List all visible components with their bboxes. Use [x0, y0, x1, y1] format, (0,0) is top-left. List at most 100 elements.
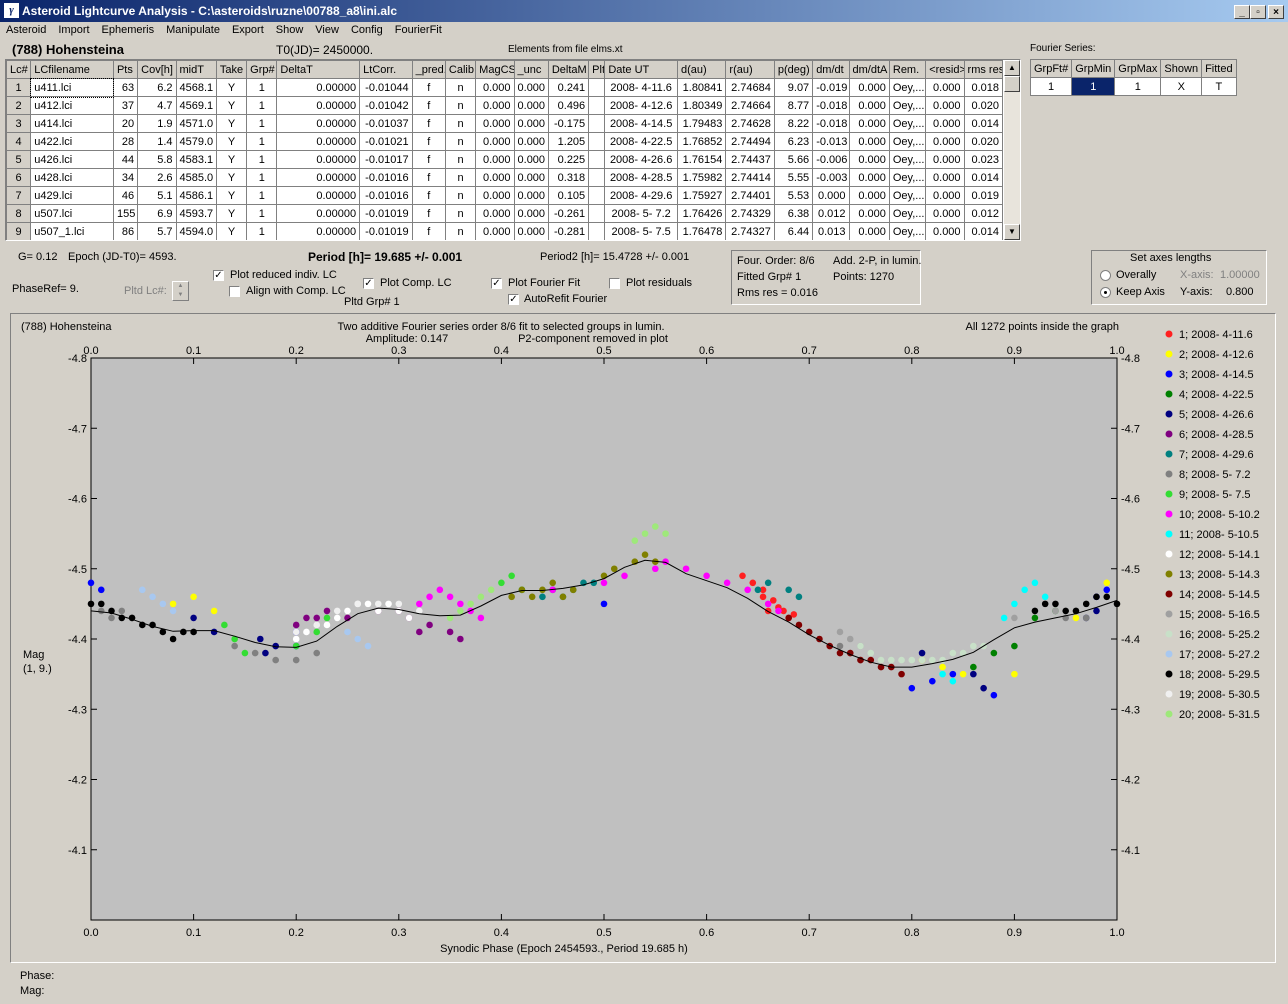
table-row[interactable]: 1 u411.lci 63 6.2 4568.1 Y 1 0.00000 -0.01044 f n 0… — [6, 77, 1004, 98]
table-cell[interactable]: f — [411, 114, 446, 133]
table-cell[interactable]: 5.1 — [137, 186, 177, 205]
table-cell[interactable]: Y — [215, 114, 248, 133]
table-cell[interactable]: 0.000 — [925, 168, 965, 187]
table-cell[interactable]: -0.01021 — [359, 132, 413, 151]
table-cell[interactable]: -0.018 — [812, 96, 850, 115]
table-cell[interactable]: n — [444, 150, 477, 169]
table-cell[interactable]: 0.000 — [475, 132, 515, 151]
table-cell[interactable]: 0.00000 — [276, 222, 361, 240]
table-cell[interactable]: f — [411, 168, 446, 187]
table-cell[interactable]: 1 — [246, 186, 278, 205]
keep-axis-radio[interactable] — [1100, 287, 1111, 298]
table-cell[interactable]: 2.74494 — [725, 132, 775, 151]
table-cell[interactable]: 0.000 — [513, 150, 549, 169]
table-cell[interactable]: 155 — [112, 204, 139, 223]
lc-col-header[interactable]: d(au) — [676, 60, 727, 79]
table-cell[interactable]: 2.74329 — [725, 204, 775, 223]
table-cell[interactable]: f — [411, 132, 446, 151]
table-cell[interactable]: 6.44 — [773, 222, 814, 240]
table-cell[interactable]: 0.014 — [963, 222, 1004, 240]
table-cell[interactable] — [588, 78, 606, 97]
lc-col-header[interactable]: dm/dtA — [848, 60, 890, 79]
fourier-cell[interactable]: T — [1201, 77, 1237, 96]
table-cell[interactable]: f — [411, 222, 446, 240]
table-cell[interactable]: 1.76154 — [676, 150, 727, 169]
table-cell[interactable]: 1.9 — [137, 114, 177, 133]
table-cell[interactable]: 0.000 — [925, 132, 965, 151]
table-cell[interactable]: -0.175 — [547, 114, 590, 133]
table-cell[interactable]: 2.6 — [137, 168, 177, 187]
table-cell[interactable]: 2008- 4-11.6 — [604, 78, 678, 97]
table-cell[interactable]: 0.000 — [513, 204, 549, 223]
lc-col-header[interactable]: LCfilename — [30, 60, 114, 79]
table-cell[interactable]: 0.019 — [963, 186, 1004, 205]
table-cell[interactable]: u507_1.lci — [30, 222, 114, 240]
table-cell[interactable]: 0.318 — [547, 168, 590, 187]
table-cell[interactable] — [588, 96, 606, 115]
lc-col-header[interactable]: p(deg) — [773, 60, 814, 79]
table-cell[interactable]: 4571.0 — [175, 114, 217, 133]
table-cell[interactable]: 0.000 — [475, 186, 515, 205]
table-cell[interactable]: 1 — [246, 150, 278, 169]
table-cell[interactable]: 44 — [112, 150, 139, 169]
lc-col-header[interactable]: Calib. — [444, 60, 477, 79]
table-cell[interactable]: 0.225 — [547, 150, 590, 169]
menu-asteroid[interactable]: Asteroid — [0, 22, 52, 36]
table-cell[interactable]: -0.018 — [812, 114, 850, 133]
table-cell[interactable]: 1.76426 — [676, 204, 727, 223]
table-cell[interactable]: 0.000 — [925, 96, 965, 115]
table-cell[interactable]: 1 — [246, 168, 278, 187]
lc-col-header[interactable]: rms res — [963, 60, 1004, 79]
table-cell[interactable]: 0.000 — [475, 96, 515, 115]
table-cell[interactable]: 2008- 4-26.6 — [604, 150, 678, 169]
table-cell[interactable]: 0.000 — [475, 168, 515, 187]
table-cell[interactable]: Oey,... — [888, 96, 927, 115]
table-cell[interactable]: 0.000 — [513, 168, 549, 187]
table-cell[interactable]: Oey,... — [888, 222, 927, 240]
table-cell[interactable]: 0.000 — [513, 186, 549, 205]
lc-col-header[interactable]: Plt — [588, 60, 606, 79]
plot-comp-checkbox[interactable]: ✓ — [363, 278, 374, 289]
table-cell[interactable]: -0.01017 — [359, 150, 413, 169]
lc-col-header[interactable]: Lc# — [6, 60, 32, 79]
table-row[interactable]: 9 u507_1.lci 86 5.7 4594.0 Y 1 0.00000 -0.01019 f… — [6, 222, 1004, 240]
table-cell[interactable]: u422.lci — [30, 132, 114, 151]
table-cell[interactable]: 2.74414 — [725, 168, 775, 187]
table-cell[interactable]: 0.000 — [475, 114, 515, 133]
table-cell[interactable]: 1.75982 — [676, 168, 727, 187]
table-cell[interactable]: 1.76852 — [676, 132, 727, 151]
table-cell[interactable]: n — [444, 78, 477, 97]
close-button[interactable]: × — [1268, 5, 1284, 19]
table-cell[interactable]: 37 — [112, 96, 139, 115]
fourier-cell[interactable]: 1 — [1071, 77, 1116, 96]
table-cell[interactable] — [588, 204, 606, 223]
table-cell[interactable]: 0.013 — [812, 222, 850, 240]
table-cell[interactable]: 0.000 — [848, 132, 890, 151]
table-cell[interactable]: 0.00000 — [276, 132, 361, 151]
table-cell[interactable]: 0.000 — [925, 150, 965, 169]
table-cell[interactable]: -0.01016 — [359, 168, 413, 187]
table-cell[interactable]: 0.000 — [513, 78, 549, 97]
maximize-button[interactable]: ▫ — [1250, 5, 1266, 19]
table-cell[interactable]: 0.000 — [848, 78, 890, 97]
table-cell[interactable]: Oey,... — [888, 150, 927, 169]
table-row[interactable]: 3 u414.lci 20 1.9 4571.0 Y 1 0.00000 -0.01037 f n 0… — [6, 114, 1004, 133]
table-cell[interactable]: 1.76478 — [676, 222, 727, 240]
table-row[interactable]: 6 u428.lci 34 2.6 4585.0 Y 1 0.00000 -0.01016 f n 0… — [6, 168, 1004, 187]
table-cell[interactable]: 0.014 — [963, 168, 1004, 187]
table-cell[interactable]: u507.lci — [30, 204, 114, 223]
menu-ephemeris[interactable]: Ephemeris — [96, 22, 161, 36]
y-axis-value[interactable]: 0.800 — [1226, 286, 1254, 298]
table-cell[interactable]: n — [444, 132, 477, 151]
table-cell[interactable]: 0.00000 — [276, 168, 361, 187]
table-cell[interactable]: 20 — [112, 114, 139, 133]
plot-fourier-checkbox[interactable]: ✓ — [491, 278, 502, 289]
table-cell[interactable] — [588, 132, 606, 151]
lc-col-header[interactable]: DeltaT — [276, 60, 361, 79]
table-cell[interactable]: 2.74664 — [725, 96, 775, 115]
table-cell[interactable]: Y — [215, 204, 248, 223]
table-row[interactable]: 7 u429.lci 46 5.1 4586.1 Y 1 0.00000 -0.01016 f n 0… — [6, 186, 1004, 205]
table-cell[interactable]: n — [444, 186, 477, 205]
table-cell[interactable]: -0.01016 — [359, 186, 413, 205]
table-cell[interactable]: 0.020 — [963, 132, 1004, 151]
